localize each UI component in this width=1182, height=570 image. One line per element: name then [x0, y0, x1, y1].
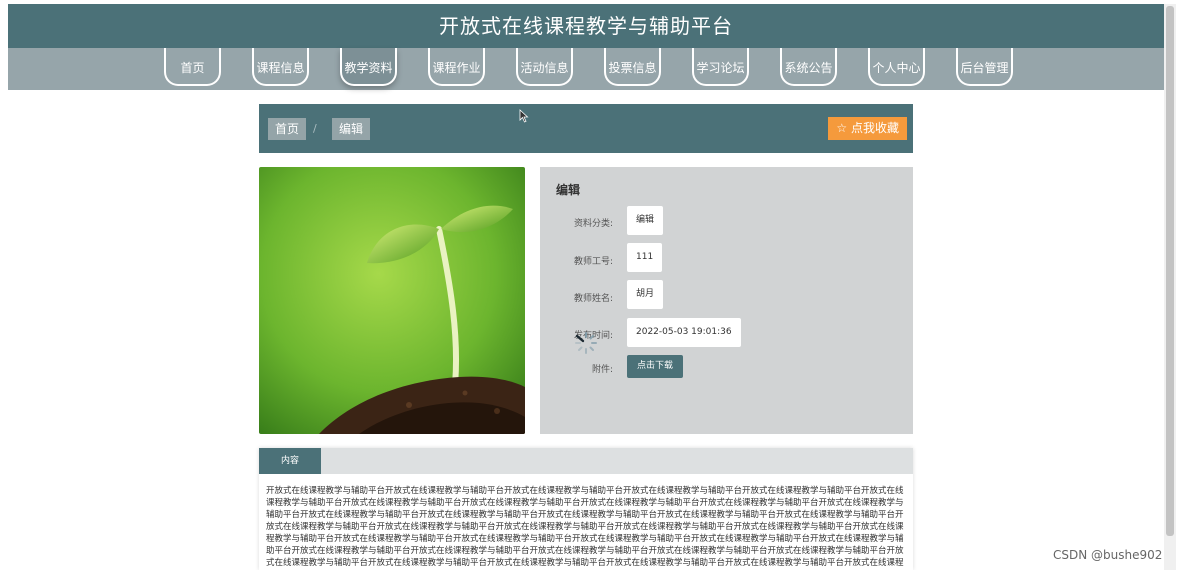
- teacher-id-value: 111: [627, 243, 663, 272]
- site-title: 开放式在线课程教学与辅助平台: [439, 14, 733, 38]
- nav-item-activity-info[interactable]: 活动信息: [516, 48, 573, 86]
- favorite-button[interactable]: ☆ 点我收藏: [828, 117, 907, 140]
- material-cover-image: [259, 167, 525, 434]
- teacher-name-value: 胡月: [627, 280, 664, 309]
- nav-item-vote-info[interactable]: 投票信息: [604, 48, 661, 86]
- attachment-label: 附件:: [591, 365, 613, 375]
- nav-item-personal-center[interactable]: 个人中心: [868, 48, 925, 86]
- category-value: 编辑: [627, 206, 664, 235]
- download-button[interactable]: 点击下载: [627, 355, 684, 378]
- breadcrumb-separator: /: [313, 122, 317, 135]
- main-nav: 首页 课程信息 教学资料 课程作业 活动信息 投票信息 学习论坛 系统公告 个人…: [8, 48, 1164, 90]
- detail-panel: 编辑 资料分类: 编辑 教师工号: 111 教师姓名: 胡月 发布时间: 202…: [540, 167, 913, 434]
- page-scrollbar[interactable]: [1164, 4, 1176, 570]
- nav-item-teaching-materials[interactable]: 教学资料: [340, 48, 397, 86]
- nav-item-admin[interactable]: 后台管理: [956, 48, 1013, 86]
- breadcrumb: 首页 / 编辑 ☆ 点我收藏: [259, 104, 913, 153]
- detail-title: 编辑: [556, 183, 581, 197]
- content-tabbar: 内容: [259, 448, 913, 474]
- nav-item-course-info[interactable]: 课程信息: [252, 48, 309, 86]
- tab-content[interactable]: 内容: [259, 448, 321, 474]
- publish-time-value: 2022-05-03 19:01:36: [627, 318, 741, 347]
- scrollbar-thumb[interactable]: [1166, 6, 1174, 536]
- watermark: CSDN @bushe902: [1053, 548, 1163, 562]
- nav-item-home[interactable]: 首页: [164, 48, 221, 86]
- nav-item-system-notice[interactable]: 系统公告: [780, 48, 837, 86]
- content-section: 内容 开放式在线课程教学与辅助平台开放式在线课程教学与辅助平台开放式在线课程教学…: [259, 448, 913, 570]
- teacher-name-label: 教师姓名:: [573, 294, 613, 304]
- category-label: 资料分类:: [573, 219, 613, 229]
- nav-item-study-forum[interactable]: 学习论坛: [692, 48, 749, 86]
- content-body: 开放式在线课程教学与辅助平台开放式在线课程教学与辅助平台开放式在线课程教学与辅助…: [266, 486, 904, 568]
- nav-item-course-homework[interactable]: 课程作业: [428, 48, 485, 86]
- breadcrumb-current: 编辑: [332, 118, 371, 140]
- loading-spinner-icon: [575, 332, 597, 354]
- breadcrumb-home-link[interactable]: 首页: [268, 118, 307, 140]
- site-header: 开放式在线课程教学与辅助平台: [8, 4, 1164, 48]
- teacher-id-label: 教师工号:: [573, 257, 613, 267]
- seedling-image: [259, 167, 525, 434]
- mouse-pointer-icon: [519, 109, 529, 123]
